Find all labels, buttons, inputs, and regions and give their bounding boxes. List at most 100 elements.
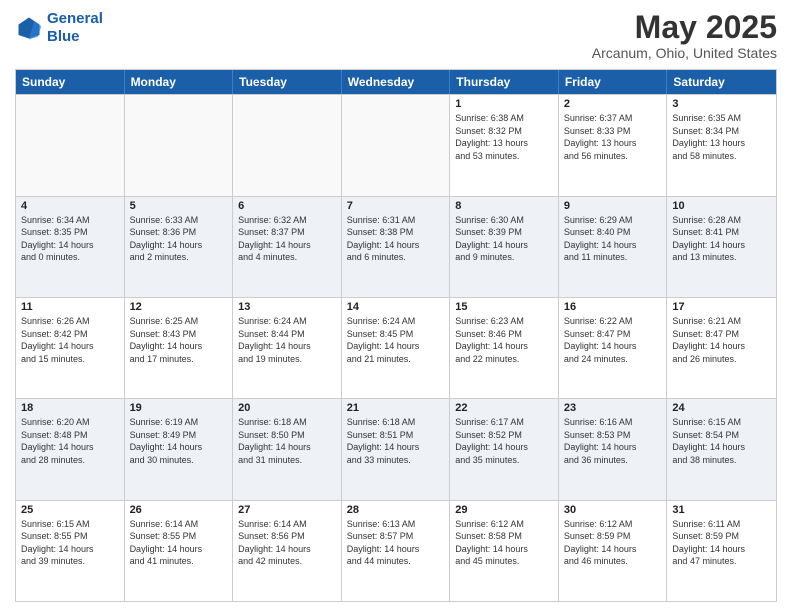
- day-info: Sunrise: 6:37 AM Sunset: 8:33 PM Dayligh…: [564, 112, 662, 162]
- day-cell-28: 28 Sunrise: 6:13 AM Sunset: 8:57 PM Dayli…: [342, 501, 451, 601]
- day-number: 6: [238, 200, 336, 212]
- day-info: Sunrise: 6:16 AM Sunset: 8:53 PM Dayligh…: [564, 416, 662, 466]
- subtitle: Arcanum, Ohio, United States: [592, 45, 777, 61]
- day-cell-29: 29 Sunrise: 6:12 AM Sunset: 8:58 PM Dayli…: [450, 501, 559, 601]
- page: General Blue May 2025 Arcanum, Ohio, Uni…: [0, 0, 792, 612]
- day-number: 18: [21, 402, 119, 414]
- day-number: 27: [238, 504, 336, 516]
- day-info: Sunrise: 6:28 AM Sunset: 8:41 PM Dayligh…: [672, 214, 771, 264]
- header-day-sunday: Sunday: [16, 70, 125, 94]
- day-info: Sunrise: 6:26 AM Sunset: 8:42 PM Dayligh…: [21, 315, 119, 365]
- day-number: 23: [564, 402, 662, 414]
- header: General Blue May 2025 Arcanum, Ohio, Uni…: [15, 10, 777, 61]
- day-cell-5: 5 Sunrise: 6:33 AM Sunset: 8:36 PM Daylig…: [125, 197, 234, 297]
- day-cell-7: 7Sunrise: 6:31 AM Sunset: 8:38 PM Daylig…: [342, 197, 451, 297]
- day-info: Sunrise: 6:14 AM Sunset: 8:56 PM Dayligh…: [238, 518, 336, 568]
- day-number: 19: [130, 402, 228, 414]
- day-info: Sunrise: 6:23 AM Sunset: 8:46 PM Dayligh…: [455, 315, 553, 365]
- day-cell-2: 2Sunrise: 6:37 AM Sunset: 8:33 PM Daylig…: [559, 95, 668, 195]
- day-number: 29: [455, 504, 553, 516]
- day-cell-27: 27 Sunrise: 6:14 AM Sunset: 8:56 PM Dayli…: [233, 501, 342, 601]
- header-day-thursday: Thursday: [450, 70, 559, 94]
- day-info: Sunrise: 6:17 AM Sunset: 8:52 PM Dayligh…: [455, 416, 553, 466]
- day-cell-3: 3 Sunrise: 6:35 AM Sunset: 8:34 PM Daylig…: [667, 95, 776, 195]
- day-number: 10: [672, 200, 771, 212]
- day-number: 28: [347, 504, 445, 516]
- day-info: Sunrise: 6:30 AM Sunset: 8:39 PM Dayligh…: [455, 214, 553, 264]
- calendar-week-0: 1 Sunrise: 6:38 AM Sunset: 8:32 PM Daylig…: [16, 94, 776, 195]
- day-info: Sunrise: 6:11 AM Sunset: 8:59 PM Dayligh…: [672, 518, 771, 568]
- calendar-header: SundayMondayTuesdayWednesdayThursdayFrid…: [16, 70, 776, 94]
- day-cell-14: 14Sunrise: 6:24 AM Sunset: 8:45 PM Dayli…: [342, 298, 451, 398]
- logo-line2: Blue: [47, 28, 80, 45]
- day-info: Sunrise: 6:13 AM Sunset: 8:57 PM Dayligh…: [347, 518, 445, 568]
- day-info: Sunrise: 6:19 AM Sunset: 8:49 PM Dayligh…: [130, 416, 228, 466]
- day-number: 9: [564, 200, 662, 212]
- header-day-friday: Friday: [559, 70, 668, 94]
- day-info: Sunrise: 6:20 AM Sunset: 8:48 PM Dayligh…: [21, 416, 119, 466]
- main-title: May 2025: [592, 10, 777, 45]
- day-cell-9: 9 Sunrise: 6:29 AM Sunset: 8:40 PM Daylig…: [559, 197, 668, 297]
- header-day-monday: Monday: [125, 70, 234, 94]
- empty-cell: [233, 95, 342, 195]
- day-cell-19: 19 Sunrise: 6:19 AM Sunset: 8:49 PM Dayli…: [125, 399, 234, 499]
- day-cell-16: 16Sunrise: 6:22 AM Sunset: 8:47 PM Dayli…: [559, 298, 668, 398]
- day-number: 7: [347, 200, 445, 212]
- day-info: Sunrise: 6:33 AM Sunset: 8:36 PM Dayligh…: [130, 214, 228, 264]
- day-number: 5: [130, 200, 228, 212]
- day-number: 3: [672, 98, 771, 110]
- day-cell-31: 31 Sunrise: 6:11 AM Sunset: 8:59 PM Dayli…: [667, 501, 776, 601]
- calendar-week-3: 18 Sunrise: 6:20 AM Sunset: 8:48 PM Dayli…: [16, 398, 776, 499]
- logo: General Blue: [15, 10, 103, 46]
- day-number: 8: [455, 200, 553, 212]
- day-number: 16: [564, 301, 662, 313]
- day-info: Sunrise: 6:15 AM Sunset: 8:54 PM Dayligh…: [672, 416, 771, 466]
- day-number: 25: [21, 504, 119, 516]
- day-number: 22: [455, 402, 553, 414]
- day-number: 1: [455, 98, 553, 110]
- day-cell-20: 20Sunrise: 6:18 AM Sunset: 8:50 PM Dayli…: [233, 399, 342, 499]
- day-number: 31: [672, 504, 771, 516]
- day-cell-26: 26Sunrise: 6:14 AM Sunset: 8:55 PM Dayli…: [125, 501, 234, 601]
- day-info: Sunrise: 6:32 AM Sunset: 8:37 PM Dayligh…: [238, 214, 336, 264]
- day-info: Sunrise: 6:25 AM Sunset: 8:43 PM Dayligh…: [130, 315, 228, 365]
- day-cell-11: 11 Sunrise: 6:26 AM Sunset: 8:42 PM Dayli…: [16, 298, 125, 398]
- day-info: Sunrise: 6:29 AM Sunset: 8:40 PM Dayligh…: [564, 214, 662, 264]
- logo-text: General Blue: [47, 10, 103, 46]
- day-cell-13: 13Sunrise: 6:24 AM Sunset: 8:44 PM Dayli…: [233, 298, 342, 398]
- day-cell-1: 1 Sunrise: 6:38 AM Sunset: 8:32 PM Daylig…: [450, 95, 559, 195]
- day-info: Sunrise: 6:18 AM Sunset: 8:51 PM Dayligh…: [347, 416, 445, 466]
- day-cell-21: 21 Sunrise: 6:18 AM Sunset: 8:51 PM Dayli…: [342, 399, 451, 499]
- empty-cell: [125, 95, 234, 195]
- day-cell-17: 17 Sunrise: 6:21 AM Sunset: 8:47 PM Dayli…: [667, 298, 776, 398]
- header-day-wednesday: Wednesday: [342, 70, 451, 94]
- day-cell-15: 15Sunrise: 6:23 AM Sunset: 8:46 PM Dayli…: [450, 298, 559, 398]
- day-number: 21: [347, 402, 445, 414]
- day-cell-24: 24Sunrise: 6:15 AM Sunset: 8:54 PM Dayli…: [667, 399, 776, 499]
- day-cell-22: 22 Sunrise: 6:17 AM Sunset: 8:52 PM Dayli…: [450, 399, 559, 499]
- title-block: May 2025 Arcanum, Ohio, United States: [592, 10, 777, 61]
- logo-icon: [15, 14, 43, 42]
- day-number: 14: [347, 301, 445, 313]
- header-day-saturday: Saturday: [667, 70, 776, 94]
- calendar: SundayMondayTuesdayWednesdayThursdayFrid…: [15, 69, 777, 602]
- day-cell-18: 18 Sunrise: 6:20 AM Sunset: 8:48 PM Dayli…: [16, 399, 125, 499]
- day-cell-6: 6 Sunrise: 6:32 AM Sunset: 8:37 PM Daylig…: [233, 197, 342, 297]
- day-number: 11: [21, 301, 119, 313]
- calendar-week-1: 4Sunrise: 6:34 AM Sunset: 8:35 PM Daylig…: [16, 196, 776, 297]
- day-info: Sunrise: 6:12 AM Sunset: 8:58 PM Dayligh…: [455, 518, 553, 568]
- day-info: Sunrise: 6:38 AM Sunset: 8:32 PM Dayligh…: [455, 112, 553, 162]
- calendar-week-2: 11 Sunrise: 6:26 AM Sunset: 8:42 PM Dayli…: [16, 297, 776, 398]
- day-number: 12: [130, 301, 228, 313]
- calendar-week-4: 25Sunrise: 6:15 AM Sunset: 8:55 PM Dayli…: [16, 500, 776, 601]
- day-cell-12: 12 Sunrise: 6:25 AM Sunset: 8:43 PM Dayli…: [125, 298, 234, 398]
- empty-cell: [16, 95, 125, 195]
- day-info: Sunrise: 6:21 AM Sunset: 8:47 PM Dayligh…: [672, 315, 771, 365]
- day-info: Sunrise: 6:12 AM Sunset: 8:59 PM Dayligh…: [564, 518, 662, 568]
- day-cell-4: 4Sunrise: 6:34 AM Sunset: 8:35 PM Daylig…: [16, 197, 125, 297]
- day-cell-10: 10 Sunrise: 6:28 AM Sunset: 8:41 PM Dayli…: [667, 197, 776, 297]
- empty-cell: [342, 95, 451, 195]
- logo-line1: General: [47, 10, 103, 27]
- day-number: 17: [672, 301, 771, 313]
- day-info: Sunrise: 6:35 AM Sunset: 8:34 PM Dayligh…: [672, 112, 771, 162]
